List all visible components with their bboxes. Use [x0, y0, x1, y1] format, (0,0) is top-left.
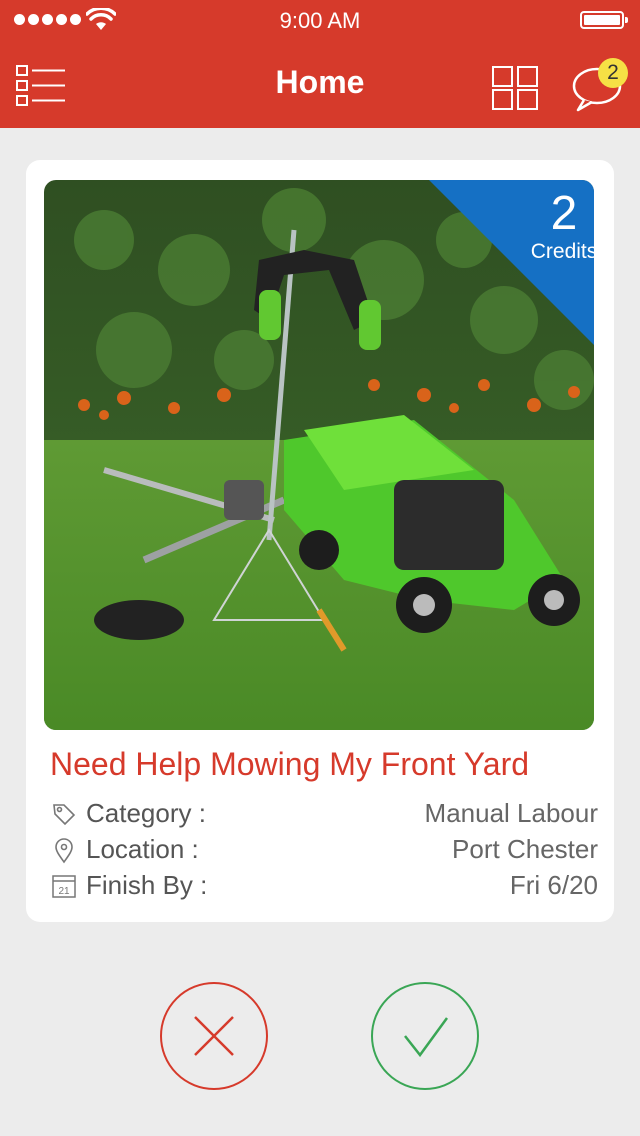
accept-button[interactable] [371, 982, 479, 1090]
detail-row-location: Location : Port Chester [48, 832, 598, 866]
close-icon [194, 1016, 234, 1056]
battery-icon [580, 11, 628, 29]
job-card[interactable]: 2 Credits Need Help Mowing My Front Yard… [26, 160, 614, 922]
tag-icon [53, 804, 76, 826]
detail-row-category: Category : Manual Labour [48, 796, 598, 830]
calendar-icon: 21 [52, 875, 76, 898]
app-header: 9:00 AM Home 2 [0, 0, 640, 128]
credits-label: Credits [530, 240, 598, 263]
detail-label: Location : [86, 834, 199, 864]
job-title: Need Help Mowing My Front Yard [50, 746, 530, 782]
detail-value: Port Chester [452, 834, 598, 864]
location-pin-icon [55, 838, 73, 864]
notification-badge: 2 [598, 58, 628, 88]
status-time: 9:00 AM [279, 8, 361, 33]
detail-label: Category : [86, 798, 206, 828]
credits-count: 2 [550, 187, 578, 240]
page-title: Home [275, 64, 365, 100]
status-bar: 9:00 AM [0, 0, 640, 40]
checkmark-icon [404, 1017, 449, 1058]
grid-view-icon[interactable] [492, 66, 538, 110]
reject-button[interactable] [160, 982, 268, 1090]
detail-value: Manual Labour [424, 798, 598, 828]
svg-text:21: 21 [58, 886, 70, 897]
detail-label: Finish By : [86, 870, 208, 900]
detail-row-finish-by: 21 Finish By : Fri 6/20 [48, 868, 598, 902]
detail-value: Fri 6/20 [509, 870, 598, 900]
